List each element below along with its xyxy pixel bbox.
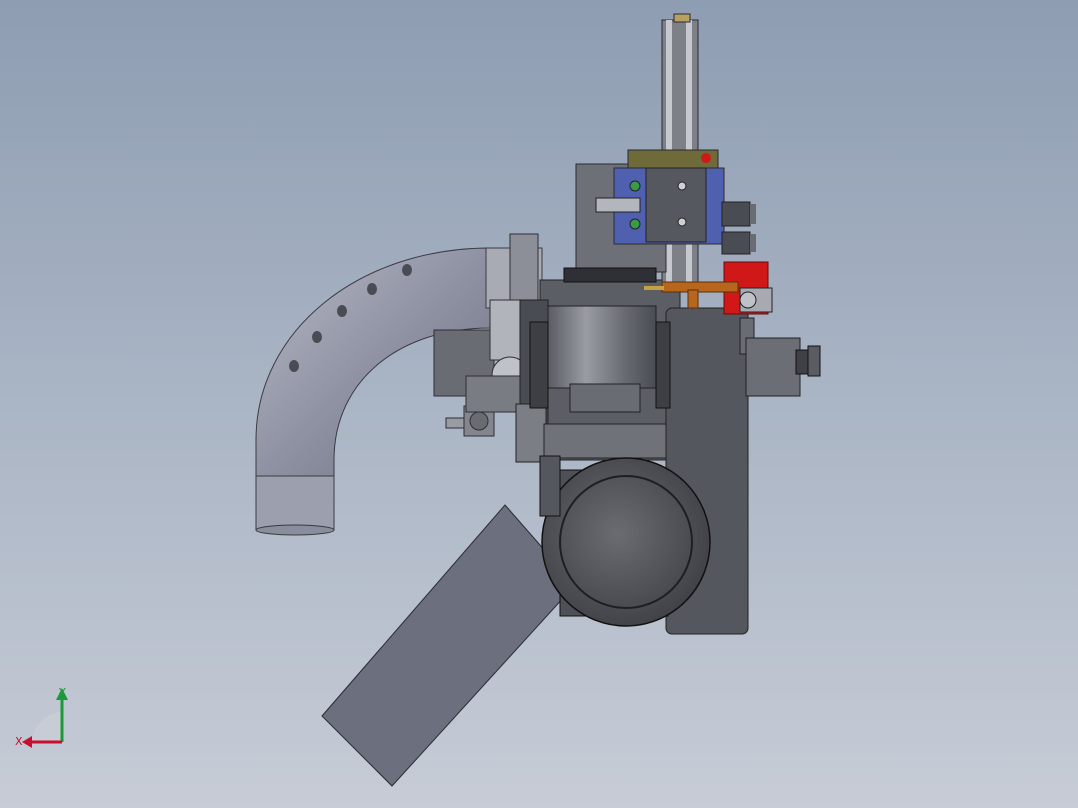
drum[interactable] — [547, 305, 657, 389]
x-axis-label: X — [15, 735, 23, 748]
right-valve[interactable] — [745, 337, 821, 397]
cad-viewport[interactable]: Y X — [0, 0, 1078, 808]
coordinate-triad: Y X — [15, 686, 68, 748]
red-indicator — [701, 153, 711, 163]
chute-plate[interactable] — [321, 504, 576, 787]
sensor-bar[interactable] — [661, 281, 739, 293]
drive-wheel[interactable] — [541, 457, 711, 627]
cable-glands[interactable] — [721, 201, 756, 255]
cad-model-view[interactable] — [0, 0, 1078, 808]
y-axis-label: Y — [58, 686, 66, 699]
